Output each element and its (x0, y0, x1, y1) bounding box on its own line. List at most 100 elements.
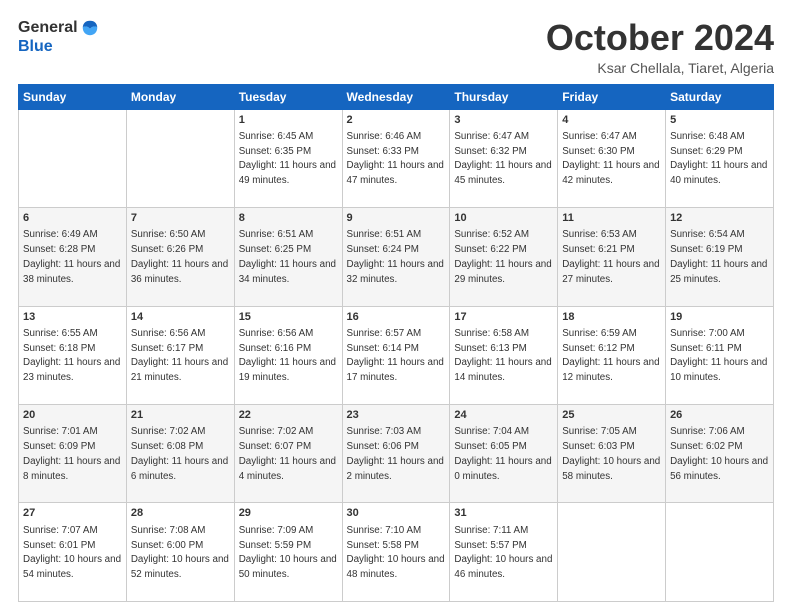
table-cell: 21Sunrise: 7:02 AMSunset: 6:08 PMDayligh… (126, 405, 234, 503)
day-sunrise: Sunrise: 6:58 AM (454, 328, 529, 339)
day-sunrise: Sunrise: 6:45 AM (239, 131, 314, 142)
day-sunrise: Sunrise: 6:50 AM (131, 229, 206, 240)
day-number: 25 (562, 408, 661, 423)
day-daylight: Daylight: 11 hours and 21 minutes. (131, 357, 228, 383)
logo: General Blue (18, 18, 100, 56)
table-cell (19, 109, 127, 207)
table-cell: 31Sunrise: 7:11 AMSunset: 5:57 PMDayligh… (450, 503, 558, 602)
day-sunset: Sunset: 6:02 PM (670, 441, 742, 452)
col-friday: Friday (558, 84, 666, 109)
day-daylight: Daylight: 10 hours and 46 minutes. (454, 554, 552, 580)
table-cell: 9Sunrise: 6:51 AMSunset: 6:24 PMDaylight… (342, 208, 450, 306)
day-sunset: Sunset: 6:32 PM (454, 146, 526, 157)
day-daylight: Daylight: 11 hours and 23 minutes. (23, 357, 120, 383)
day-sunrise: Sunrise: 6:46 AM (347, 131, 422, 142)
day-number: 26 (670, 408, 769, 423)
table-cell: 29Sunrise: 7:09 AMSunset: 5:59 PMDayligh… (234, 503, 342, 602)
table-cell: 1Sunrise: 6:45 AMSunset: 6:35 PMDaylight… (234, 109, 342, 207)
day-sunrise: Sunrise: 7:10 AM (347, 525, 422, 536)
day-sunset: Sunset: 6:12 PM (562, 343, 634, 354)
week-row-4: 27Sunrise: 7:07 AMSunset: 6:01 PMDayligh… (19, 503, 774, 602)
day-daylight: Daylight: 11 hours and 25 minutes. (670, 259, 767, 285)
logo-general: General (18, 19, 78, 37)
logo-icon (80, 18, 100, 38)
day-number: 19 (670, 310, 769, 325)
day-sunset: Sunset: 6:16 PM (239, 343, 311, 354)
day-daylight: Daylight: 11 hours and 14 minutes. (454, 357, 551, 383)
day-number: 1 (239, 113, 338, 128)
day-daylight: Daylight: 11 hours and 42 minutes. (562, 160, 659, 186)
day-daylight: Daylight: 11 hours and 17 minutes. (347, 357, 444, 383)
day-number: 30 (347, 506, 446, 521)
day-number: 18 (562, 310, 661, 325)
table-cell: 15Sunrise: 6:56 AMSunset: 6:16 PMDayligh… (234, 306, 342, 404)
day-sunset: Sunset: 6:26 PM (131, 244, 203, 255)
table-cell: 5Sunrise: 6:48 AMSunset: 6:29 PMDaylight… (666, 109, 774, 207)
day-sunset: Sunset: 6:33 PM (347, 146, 419, 157)
day-sunset: Sunset: 6:09 PM (23, 441, 95, 452)
table-cell: 4Sunrise: 6:47 AMSunset: 6:30 PMDaylight… (558, 109, 666, 207)
table-cell: 7 Sunrise: 6:50 AM Sunset: 6:26 PM Daylight… (126, 208, 234, 306)
day-daylight: Daylight: 11 hours and 19 minutes. (239, 357, 336, 383)
day-sunset: Sunset: 6:03 PM (562, 441, 634, 452)
col-sunday: Sunday (19, 84, 127, 109)
day-sunrise: Sunrise: 7:11 AM (454, 525, 528, 536)
table-cell: 27Sunrise: 7:07 AMSunset: 6:01 PMDayligh… (19, 503, 127, 602)
day-number: 24 (454, 408, 553, 423)
table-cell (666, 503, 774, 602)
day-sunset: Sunset: 6:07 PM (239, 441, 311, 452)
day-number: 9 (347, 211, 446, 226)
day-number: 15 (239, 310, 338, 325)
day-number: 29 (239, 506, 338, 521)
day-daylight: Daylight: 11 hours and 47 minutes. (347, 160, 444, 186)
table-cell: 17 Sunrise: 6:58 AM Sunset: 6:13 PM Dayligh… (450, 306, 558, 404)
table-cell: 30Sunrise: 7:10 AMSunset: 5:58 PMDayligh… (342, 503, 450, 602)
day-sunrise: Sunrise: 6:56 AM (131, 328, 206, 339)
table-cell (558, 503, 666, 602)
day-sunset: Sunset: 6:24 PM (347, 244, 419, 255)
day-daylight: Daylight: 10 hours and 58 minutes. (562, 456, 660, 482)
day-sunrise: Sunrise: 6:54 AM (670, 229, 745, 240)
day-sunrise: Sunrise: 6:57 AM (347, 328, 422, 339)
day-number: 23 (347, 408, 446, 423)
day-daylight: Daylight: 11 hours and 45 minutes. (454, 160, 551, 186)
day-daylight: Daylight: 11 hours and 29 minutes. (454, 259, 551, 285)
day-number: 14 (131, 310, 230, 325)
day-daylight: Daylight: 11 hours and 27 minutes. (562, 259, 659, 285)
day-daylight: Daylight: 11 hours and 40 minutes. (670, 160, 767, 186)
day-sunset: Sunset: 6:00 PM (131, 540, 203, 551)
day-sunset: Sunset: 6:28 PM (23, 244, 95, 255)
day-daylight: Daylight: 11 hours and 2 minutes. (347, 456, 444, 482)
day-sunset: Sunset: 6:35 PM (239, 146, 311, 157)
day-number: 17 (454, 310, 553, 325)
day-number: 11 (562, 211, 661, 226)
day-sunset: Sunset: 6:08 PM (131, 441, 203, 452)
day-sunrise: Sunrise: 7:02 AM (239, 426, 314, 437)
day-sunrise: Sunrise: 6:47 AM (454, 131, 529, 142)
day-daylight: Daylight: 11 hours and 0 minutes. (454, 456, 551, 482)
day-daylight: Daylight: 10 hours and 50 minutes. (239, 554, 337, 580)
day-number: 28 (131, 506, 230, 521)
day-number: 7 (131, 211, 230, 226)
day-sunset: Sunset: 6:18 PM (23, 343, 95, 354)
day-number: 4 (562, 113, 661, 128)
day-sunset: Sunset: 6:13 PM (454, 343, 526, 354)
day-daylight: Daylight: 11 hours and 12 minutes. (562, 357, 659, 383)
day-sunset: Sunset: 6:14 PM (347, 343, 419, 354)
day-number: 27 (23, 506, 122, 521)
table-cell: 3Sunrise: 6:47 AMSunset: 6:32 PMDaylight… (450, 109, 558, 207)
day-sunset: Sunset: 5:57 PM (454, 540, 526, 551)
col-saturday: Saturday (666, 84, 774, 109)
day-sunset: Sunset: 6:19 PM (670, 244, 742, 255)
table-cell: 10Sunrise: 6:52 AMSunset: 6:22 PMDayligh… (450, 208, 558, 306)
day-daylight: Daylight: 11 hours and 36 minutes. (131, 259, 228, 285)
table-cell: 18Sunrise: 6:59 AMSunset: 6:12 PMDayligh… (558, 306, 666, 404)
day-sunrise: Sunrise: 6:55 AM (23, 328, 98, 339)
day-number: 22 (239, 408, 338, 423)
day-sunrise: Sunrise: 7:03 AM (347, 426, 422, 437)
table-cell (126, 109, 234, 207)
day-sunrise: Sunrise: 6:48 AM (670, 131, 745, 142)
day-daylight: Daylight: 11 hours and 6 minutes. (131, 456, 228, 482)
day-sunset: Sunset: 6:22 PM (454, 244, 526, 255)
day-sunrise: Sunrise: 7:07 AM (23, 525, 98, 536)
